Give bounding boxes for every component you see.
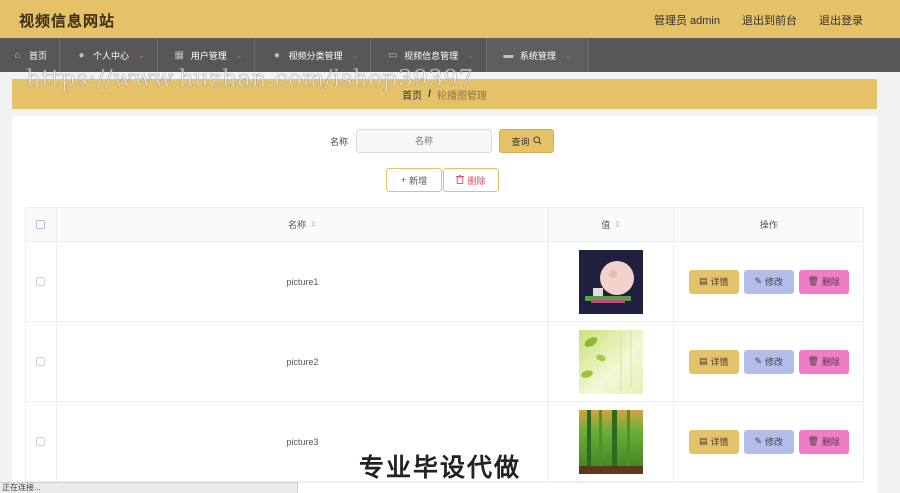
detail-button-label: 详情 — [710, 277, 729, 287]
nav-item-label: 个人中心 — [93, 50, 130, 61]
pencil-icon: ✎ — [754, 436, 762, 446]
column-name-label: 名称 — [287, 220, 306, 230]
column-header-value[interactable]: 值 ⇳ — [549, 208, 675, 241]
trash-icon: 🗑 — [807, 276, 819, 286]
search-input[interactable] — [356, 129, 493, 153]
search-icon — [532, 135, 542, 147]
batch-delete-button[interactable]: 删除 — [443, 168, 499, 192]
row-checkbox-cell — [26, 242, 57, 321]
home-icon: ⌂ — [14, 49, 21, 61]
briefcase-icon: ▬ — [503, 49, 514, 61]
content-panel: 名称 查询 + 新增 删除 名称 ⇳ 值 — [12, 116, 877, 493]
edit-button-label: 修改 — [764, 357, 783, 367]
detail-button[interactable]: ▤ 详情 — [688, 349, 739, 374]
row-image-cell — [549, 402, 675, 481]
detail-button[interactable]: ▤ 详情 — [688, 269, 739, 294]
table-row: picture1 ▤ 详情 ✎ 修改 🗑 删除 — [26, 242, 863, 322]
table-header: 名称 ⇳ 值 ⇳ 操作 — [26, 208, 863, 242]
detail-button-label: 详情 — [710, 437, 729, 447]
row-name-cell: picture1 — [57, 242, 549, 321]
nav-item-label: 视频信息管理 — [404, 50, 459, 61]
nav-item-system-management[interactable]: ▬ 系统管理 ⌄ — [486, 38, 589, 72]
chevron-down-icon: ⌄ — [467, 50, 474, 60]
row-actions-cell: ▤ 详情 ✎ 修改 🗑 删除 — [674, 402, 863, 481]
user-icon: ● — [78, 49, 85, 61]
document-icon: ▤ — [698, 356, 708, 366]
trash-icon — [456, 174, 465, 186]
delete-button-label: 删除 — [821, 277, 840, 287]
delete-button[interactable]: 🗑 删除 — [798, 269, 849, 294]
edit-button[interactable]: ✎ 修改 — [743, 349, 794, 374]
delete-button[interactable]: 🗑 删除 — [798, 429, 849, 454]
row-checkbox[interactable] — [36, 357, 46, 366]
chevron-down-icon: ⌄ — [138, 50, 145, 60]
edit-button-label: 修改 — [764, 277, 783, 287]
trash-icon: 🗑 — [807, 356, 819, 366]
row-actions-cell: ▤ 详情 ✎ 修改 🗑 删除 — [674, 322, 863, 401]
column-actions-label: 操作 — [759, 220, 778, 230]
row-image-cell — [549, 242, 675, 321]
pencil-icon: ✎ — [754, 276, 762, 286]
row-checkbox-cell — [26, 402, 57, 481]
query-button[interactable]: 查询 — [499, 129, 555, 153]
detail-button-label: 详情 — [710, 357, 729, 367]
leaves-thumbnail — [579, 329, 644, 394]
search-form: 名称 查询 — [330, 129, 555, 153]
back-to-front-link[interactable]: 退出到前台 — [742, 12, 797, 28]
nav-item-label: 用户管理 — [190, 50, 227, 61]
logout-link[interactable]: 退出登录 — [819, 12, 863, 28]
column-header-actions: 操作 — [674, 208, 863, 241]
location-icon: ● — [273, 49, 280, 61]
column-header-name[interactable]: 名称 ⇳ — [57, 208, 549, 241]
row-actions-cell: ▤ 详情 ✎ 修改 🗑 删除 — [674, 242, 863, 321]
edit-button[interactable]: ✎ 修改 — [743, 269, 794, 294]
header-checkbox-cell — [26, 208, 57, 241]
nav-item-label: 系统管理 — [519, 50, 556, 61]
sort-icon[interactable]: ⇳ — [310, 220, 317, 229]
edit-button-label: 修改 — [764, 437, 783, 447]
delete-button-label: 删除 — [467, 175, 486, 186]
column-value-label: 值 — [601, 220, 611, 230]
delete-button-label: 删除 — [821, 437, 840, 447]
select-all-checkbox[interactable] — [36, 220, 46, 229]
moon-thumbnail — [579, 249, 644, 314]
add-button-label: 新增 — [409, 175, 428, 186]
delete-button-label: 删除 — [821, 357, 840, 367]
detail-button[interactable]: ▤ 详情 — [688, 429, 739, 454]
row-checkbox[interactable] — [36, 277, 46, 286]
plus-icon: + — [400, 175, 407, 185]
edit-button[interactable]: ✎ 修改 — [743, 429, 794, 454]
search-label: 名称 — [330, 136, 349, 147]
forest-thumbnail — [579, 409, 644, 474]
data-table: 名称 ⇳ 值 ⇳ 操作 picture1 ▤ 详情 ✎ 修改 🗑 删除 pict… — [25, 207, 864, 483]
add-button[interactable]: + 新增 — [386, 168, 442, 192]
slogan-watermark: 专业毕设代做 — [359, 454, 522, 482]
header-links: 管理员 admin 退出到前台 退出登录 — [654, 12, 863, 28]
trash-icon: 🗑 — [807, 436, 819, 446]
row-checkbox[interactable] — [36, 437, 46, 446]
document-icon: ▤ — [698, 276, 708, 286]
table-row: picture2 ▤ 详情 ✎ 修改 🗑 删除 — [26, 322, 863, 402]
grid-icon: ▦ — [174, 49, 184, 61]
nav-item-label: 首页 — [29, 50, 48, 61]
sort-icon[interactable]: ⇳ — [614, 220, 621, 229]
toolbar-actions: + 新增 删除 — [386, 168, 499, 192]
document-icon: ▤ — [698, 436, 708, 446]
delete-button[interactable]: 🗑 删除 — [798, 349, 849, 374]
url-watermark: https://www.huzhan.com/ishop39397 — [26, 66, 474, 93]
admin-user-label: 管理员 admin — [653, 15, 720, 27]
chevron-down-icon: ⌄ — [235, 50, 243, 60]
pencil-icon: ✎ — [754, 356, 762, 366]
top-header: 视频信息网站 管理员 admin 退出到前台 退出登录 — [0, 0, 900, 38]
row-image-cell — [549, 322, 675, 401]
row-checkbox-cell — [26, 322, 57, 401]
query-button-label: 查询 — [511, 136, 530, 147]
site-title: 视频信息网站 — [19, 13, 116, 30]
chevron-down-icon: ⌄ — [564, 50, 572, 60]
browser-status-bar: 正在连接... — [0, 482, 298, 493]
chevron-down-icon: ⌄ — [351, 50, 359, 60]
message-icon: ▭ — [387, 49, 398, 61]
row-name-cell: picture2 — [57, 322, 549, 401]
nav-item-label: 视频分类管理 — [288, 50, 343, 61]
